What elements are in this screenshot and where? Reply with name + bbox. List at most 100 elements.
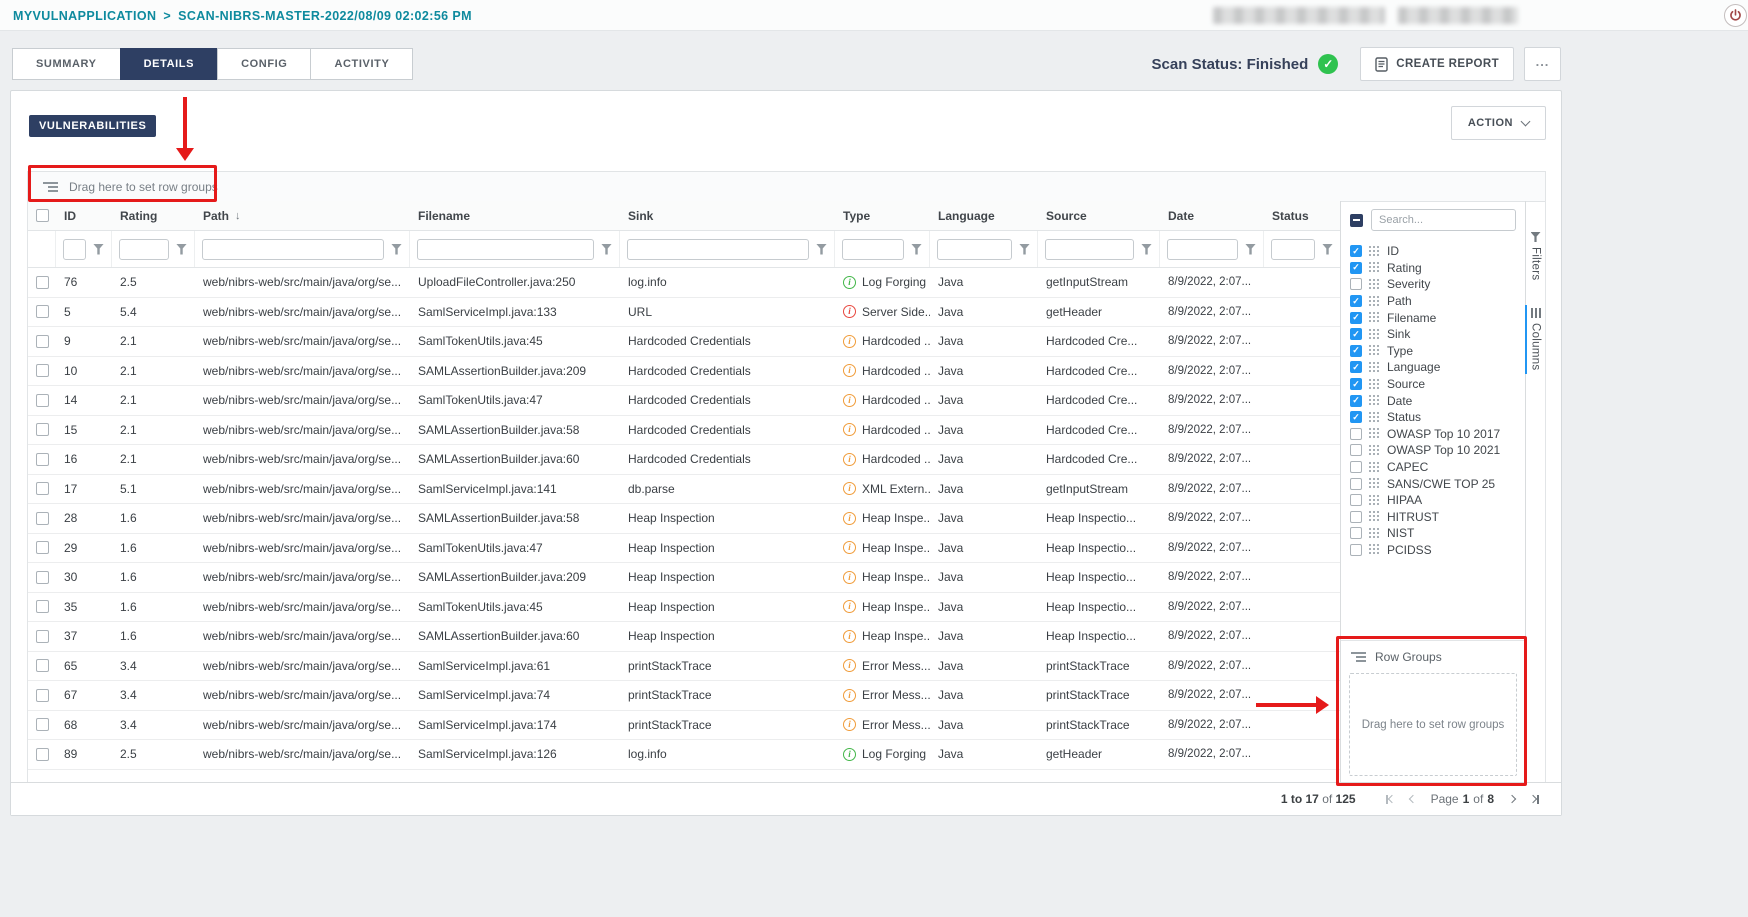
drag-grip-icon[interactable] <box>1369 279 1380 290</box>
row-groups-dropzone[interactable]: Drag here to set row groups <box>1349 673 1517 776</box>
table-row[interactable]: 762.5web/nibrs-web/src/main/java/org/se.… <box>28 268 1340 298</box>
column-header-select[interactable] <box>28 201 56 230</box>
filter-funnel-icon[interactable] <box>911 244 922 255</box>
column-header-type[interactable]: Type <box>835 201 930 230</box>
filter-funnel-icon[interactable] <box>93 244 104 255</box>
column-checkbox[interactable] <box>1350 278 1362 290</box>
table-row[interactable]: 55.4web/nibrs-web/src/main/java/org/se..… <box>28 298 1340 328</box>
filter-funnel-icon[interactable] <box>1141 244 1152 255</box>
select-all-checkbox[interactable] <box>36 209 49 222</box>
column-header-path[interactable]: Path↓ <box>195 201 410 230</box>
column-checkbox[interactable] <box>1350 461 1362 473</box>
drag-grip-icon[interactable] <box>1369 478 1380 489</box>
row-checkbox[interactable] <box>36 364 49 377</box>
side-tab-filters[interactable]: Filters <box>1526 229 1545 283</box>
drag-grip-icon[interactable] <box>1369 412 1380 423</box>
table-row[interactable]: 175.1web/nibrs-web/src/main/java/org/se.… <box>28 475 1340 505</box>
drag-grip-icon[interactable] <box>1369 329 1380 340</box>
column-header-rating[interactable]: Rating <box>112 201 195 230</box>
table-row[interactable]: 371.6web/nibrs-web/src/main/java/org/se.… <box>28 622 1340 652</box>
row-checkbox[interactable] <box>36 453 49 466</box>
filter-input-filename[interactable] <box>417 239 594 260</box>
column-search-input[interactable] <box>1371 209 1516 231</box>
column-checkbox[interactable] <box>1350 428 1362 440</box>
logout-power-button[interactable] <box>1724 4 1747 27</box>
column-checkbox[interactable] <box>1350 444 1362 456</box>
column-checkbox[interactable] <box>1350 328 1362 340</box>
drag-grip-icon[interactable] <box>1369 262 1380 273</box>
first-page-button[interactable] <box>1386 795 1395 804</box>
column-checkbox[interactable] <box>1350 345 1362 357</box>
filter-input-rating[interactable] <box>119 239 169 260</box>
row-checkbox[interactable] <box>36 305 49 318</box>
column-toggle-item[interactable]: OWASP Top 10 2021 <box>1341 442 1525 459</box>
drag-grip-icon[interactable] <box>1369 511 1380 522</box>
column-toggle-item[interactable]: NIST <box>1341 525 1525 542</box>
column-header-date[interactable]: Date <box>1160 201 1264 230</box>
drag-grip-icon[interactable] <box>1369 345 1380 356</box>
column-toggle-item[interactable]: CAPEC <box>1341 459 1525 476</box>
drag-grip-icon[interactable] <box>1369 462 1380 473</box>
table-row[interactable]: 892.5web/nibrs-web/src/main/java/org/se.… <box>28 740 1340 770</box>
row-checkbox[interactable] <box>36 423 49 436</box>
table-row[interactable]: 683.4web/nibrs-web/src/main/java/org/se.… <box>28 711 1340 741</box>
column-header-sink[interactable]: Sink <box>620 201 835 230</box>
column-checkbox[interactable] <box>1350 511 1362 523</box>
column-checkbox[interactable] <box>1350 478 1362 490</box>
column-toggle-item[interactable]: Severity <box>1341 276 1525 293</box>
table-row[interactable]: 92.1web/nibrs-web/src/main/java/org/se..… <box>28 327 1340 357</box>
column-checkbox[interactable] <box>1350 361 1362 373</box>
table-row[interactable]: 653.4web/nibrs-web/src/main/java/org/se.… <box>28 652 1340 682</box>
row-checkbox[interactable] <box>36 718 49 731</box>
table-row[interactable]: 351.6web/nibrs-web/src/main/java/org/se.… <box>28 593 1340 623</box>
column-toggle-item[interactable]: Source <box>1341 376 1525 393</box>
column-toggle-item[interactable]: OWASP Top 10 2017 <box>1341 426 1525 443</box>
tab-details[interactable]: DETAILS <box>120 48 218 80</box>
column-checkbox[interactable] <box>1350 378 1362 390</box>
table-row[interactable]: 673.4web/nibrs-web/src/main/java/org/se.… <box>28 681 1340 711</box>
drag-grip-icon[interactable] <box>1369 528 1380 539</box>
column-header-source[interactable]: Source <box>1038 201 1160 230</box>
row-checkbox[interactable] <box>36 335 49 348</box>
next-page-button[interactable] <box>1509 796 1515 802</box>
more-options-button[interactable]: ... <box>1524 47 1561 81</box>
filter-funnel-icon[interactable] <box>391 244 402 255</box>
column-toggle-item[interactable]: Date <box>1341 392 1525 409</box>
column-toggle-item[interactable]: Language <box>1341 359 1525 376</box>
row-checkbox[interactable] <box>36 482 49 495</box>
column-toggle-item[interactable]: SANS/CWE TOP 25 <box>1341 475 1525 492</box>
column-checkbox[interactable] <box>1350 395 1362 407</box>
row-checkbox[interactable] <box>36 600 49 613</box>
filter-input-path[interactable] <box>202 239 384 260</box>
filter-input-status[interactable] <box>1271 239 1315 260</box>
row-checkbox[interactable] <box>36 571 49 584</box>
column-toggle-item[interactable]: Status <box>1341 409 1525 426</box>
table-row[interactable]: 162.1web/nibrs-web/src/main/java/org/se.… <box>28 445 1340 475</box>
filter-funnel-icon[interactable] <box>1322 244 1333 255</box>
row-checkbox[interactable] <box>36 541 49 554</box>
toggle-all-columns-checkbox[interactable] <box>1350 214 1363 227</box>
row-checkbox[interactable] <box>36 276 49 289</box>
table-row[interactable]: 142.1web/nibrs-web/src/main/java/org/se.… <box>28 386 1340 416</box>
action-button[interactable]: ACTION <box>1451 106 1546 140</box>
row-checkbox[interactable] <box>36 630 49 643</box>
column-toggle-item[interactable]: HIPAA <box>1341 492 1525 509</box>
column-checkbox[interactable] <box>1350 527 1362 539</box>
column-toggle-item[interactable]: Sink <box>1341 326 1525 343</box>
table-row[interactable]: 301.6web/nibrs-web/src/main/java/org/se.… <box>28 563 1340 593</box>
filter-funnel-icon[interactable] <box>601 244 612 255</box>
filter-input-date[interactable] <box>1167 239 1238 260</box>
drag-grip-icon[interactable] <box>1369 312 1380 323</box>
drag-grip-icon[interactable] <box>1369 296 1380 307</box>
prev-page-button[interactable] <box>1410 796 1416 802</box>
column-toggle-item[interactable]: Filename <box>1341 309 1525 326</box>
filter-input-type[interactable] <box>842 239 904 260</box>
column-checkbox[interactable] <box>1350 312 1362 324</box>
column-toggle-item[interactable]: Type <box>1341 343 1525 360</box>
drag-grip-icon[interactable] <box>1369 445 1380 456</box>
tab-summary[interactable]: SUMMARY <box>12 48 121 80</box>
filter-funnel-icon[interactable] <box>1245 244 1256 255</box>
column-checkbox[interactable] <box>1350 544 1362 556</box>
drag-grip-icon[interactable] <box>1369 246 1380 257</box>
row-checkbox[interactable] <box>36 659 49 672</box>
